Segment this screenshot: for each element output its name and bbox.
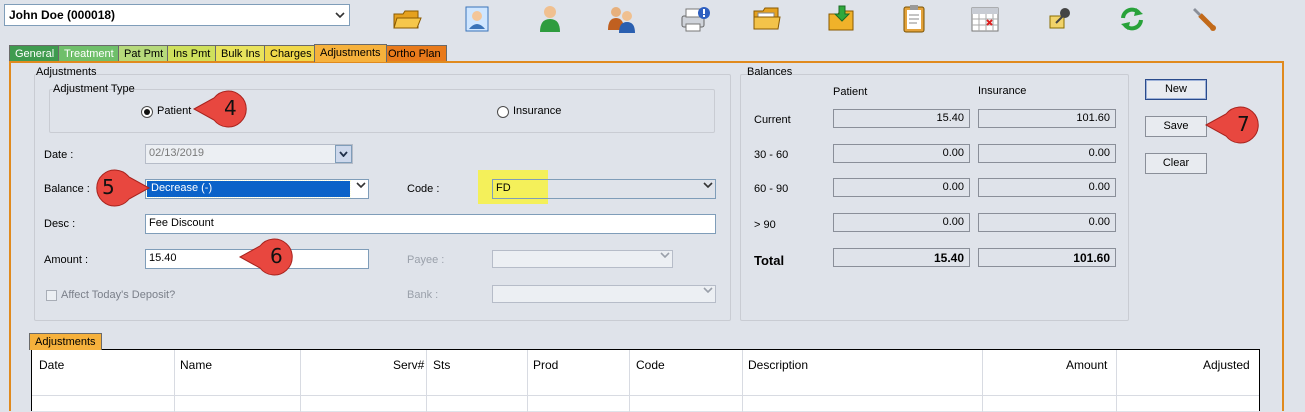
tools-icon[interactable] <box>1187 2 1221 36</box>
new-button[interactable]: New <box>1145 79 1207 100</box>
balance-row-label: > 90 <box>754 219 776 231</box>
balance-row-label: Current <box>754 114 791 126</box>
balance-row-label: 60 - 90 <box>754 183 789 195</box>
chevron-down-icon <box>660 252 670 258</box>
callout-4-number: 4 <box>224 96 237 120</box>
date-picker-button[interactable] <box>335 145 352 163</box>
open-folder-icon[interactable] <box>390 2 424 36</box>
code-select[interactable]: FD <box>492 179 716 199</box>
bank-select[interactable] <box>492 285 716 303</box>
alert-print-icon[interactable] <box>678 2 712 36</box>
balance-label: Balance : <box>44 183 90 195</box>
family-icon[interactable] <box>604 2 638 36</box>
column-header-serv[interactable]: Serv# <box>393 358 424 372</box>
tab-bulk-ins[interactable]: Bulk Ins <box>215 45 267 61</box>
balance-patient-value: 0.00 <box>833 178 970 197</box>
balance-insurance-value: 101.60 <box>978 109 1116 128</box>
pin-icon[interactable] <box>1043 2 1077 36</box>
chevron-down-icon <box>339 151 348 157</box>
tab-adjustments[interactable]: Adjustments <box>314 44 387 62</box>
balance-total-patient: 15.40 <box>833 248 970 267</box>
desc-value: Fee Discount <box>149 217 214 229</box>
bank-label: Bank : <box>407 289 439 301</box>
tab-charges[interactable]: Charges <box>264 45 318 61</box>
patient-radio[interactable] <box>141 106 153 118</box>
document-folder-icon[interactable] <box>750 2 784 36</box>
balance-insurance-value: 0.00 <box>978 144 1116 163</box>
callout-5: 5 <box>85 168 151 208</box>
amount-label: Amount : <box>44 254 89 266</box>
balance-select[interactable]: Decrease (-) <box>145 179 369 199</box>
column-header-description[interactable]: Description <box>748 358 808 372</box>
column-header-adjusted[interactable]: Adjusted <box>1203 358 1250 372</box>
date-label: Date : <box>44 149 74 161</box>
balances-title: Balances <box>747 66 793 78</box>
code-value: FD <box>496 182 511 194</box>
column-header-sts[interactable]: Sts <box>433 358 450 372</box>
affect-deposit-label: Affect Today's Deposit? <box>61 289 176 301</box>
tab-ins-pmt[interactable]: Ins Pmt <box>167 45 217 61</box>
refresh-icon[interactable] <box>1115 2 1149 36</box>
balance-patient-value: 0.00 <box>833 144 970 163</box>
balance-patient-value: 0.00 <box>833 213 970 232</box>
balance-selected-value: Decrease (-) <box>146 180 351 198</box>
column-header-code[interactable]: Code <box>636 358 665 372</box>
callout-6-number: 6 <box>270 244 283 268</box>
date-field[interactable]: 02/13/2019 <box>145 144 353 164</box>
patient-radio-label[interactable]: Patient <box>157 105 191 117</box>
adjustment-type-title: Adjustment Type <box>53 83 135 95</box>
code-label: Code : <box>407 183 440 195</box>
chevron-down-icon <box>356 182 366 188</box>
desc-input[interactable]: Fee Discount <box>145 214 716 234</box>
calendar-icon[interactable] <box>968 2 1002 36</box>
clipboard-icon[interactable] <box>897 2 931 36</box>
chevron-down-icon <box>703 182 713 188</box>
adjustments-group-title: Adjustments <box>36 66 97 78</box>
callout-4: 4 <box>192 89 260 129</box>
balance-insurance-value: 0.00 <box>978 213 1116 232</box>
patient-selector-value: John Doe (000018) <box>9 8 116 22</box>
date-value: 02/13/2019 <box>149 147 205 159</box>
balances-col-insurance: Insurance <box>978 85 1027 97</box>
insurance-radio[interactable] <box>497 106 509 118</box>
balance-patient-value: 15.40 <box>833 109 970 128</box>
tab-general[interactable]: General <box>9 45 61 61</box>
grid-header-divider <box>32 395 1259 396</box>
balance-total-insurance: 101.60 <box>978 248 1116 267</box>
patient-card-icon[interactable] <box>460 2 494 36</box>
insurance-radio-label[interactable]: Insurance <box>513 105 561 117</box>
callout-5-number: 5 <box>102 175 115 199</box>
callout-7: 7 <box>1204 105 1272 145</box>
column-header-amount[interactable]: Amount <box>1066 358 1107 372</box>
balance-row-label: 30 - 60 <box>754 149 789 161</box>
balances-col-patient: Patient <box>833 86 868 98</box>
column-header-prod[interactable]: Prod <box>533 358 558 372</box>
column-header-date[interactable]: Date <box>39 358 64 372</box>
grid-tab-label: Adjustments <box>35 336 96 348</box>
payee-select[interactable] <box>492 250 673 268</box>
clear-button[interactable]: Clear <box>1145 153 1207 174</box>
save-button[interactable]: Save <box>1145 116 1207 137</box>
tab-ortho-plan[interactable]: Ortho Plan <box>382 45 447 61</box>
affect-deposit-checkbox[interactable] <box>46 290 57 301</box>
callout-5-shape <box>96 169 151 207</box>
balance-total-label: Total <box>754 253 785 268</box>
tab-pat-pmt[interactable]: Pat Pmt <box>118 45 170 61</box>
column-header-name[interactable]: Name <box>180 358 212 372</box>
chevron-down-icon <box>703 287 713 293</box>
adjustments-grid: Date Name Serv# Sts Prod Code Descriptio… <box>31 349 1260 412</box>
download-folder-icon[interactable] <box>825 2 859 36</box>
payee-label: Payee : <box>407 254 445 266</box>
desc-label: Desc : <box>44 218 76 230</box>
tab-treatment[interactable]: Treatment <box>58 45 120 61</box>
patient-selector[interactable]: John Doe (000018) <box>4 4 350 26</box>
chevron-down-icon <box>332 6 347 24</box>
callout-7-number: 7 <box>1237 112 1250 136</box>
grid-tab-adjustments[interactable]: Adjustments <box>29 333 102 350</box>
balance-insurance-value: 0.00 <box>978 178 1116 197</box>
callout-6: 6 <box>238 237 306 277</box>
person-icon[interactable] <box>533 2 567 36</box>
amount-value: 15.40 <box>149 252 177 264</box>
